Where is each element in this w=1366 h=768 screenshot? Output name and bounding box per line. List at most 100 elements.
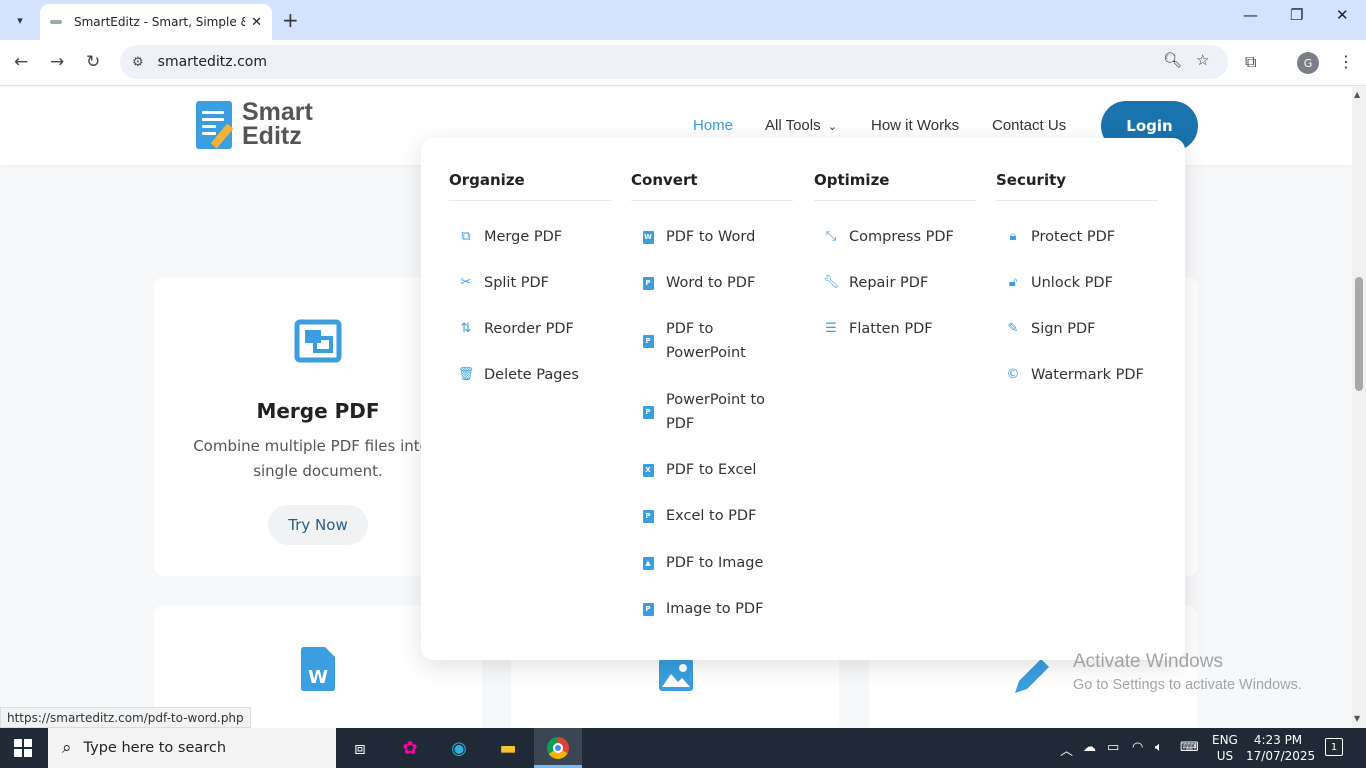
wrench-icon: 🔧︎ (822, 275, 840, 290)
menu-item-split-pdf[interactable]: ✂ Split PDF (457, 271, 607, 295)
scrollbar-thumb[interactable] (1355, 277, 1363, 391)
pdf-file-icon: P (639, 507, 657, 525)
reload-icon[interactable]: ↻ (86, 52, 100, 72)
all-tools-dropdown: Organize ⧉ Merge PDF ✂ Split PDF ⇅ Reorder … (421, 138, 1185, 660)
nav-how-it-works[interactable]: How it Works (871, 117, 959, 134)
chrome-icon[interactable] (547, 737, 569, 759)
onedrive-icon[interactable]: ☁ (1083, 740, 1096, 755)
word-file-icon: W (639, 228, 657, 246)
column-heading-organize: Organize (449, 171, 611, 201)
svg-text:W: W (308, 667, 328, 688)
image-file-icon: ▲ (639, 554, 657, 572)
menu-item-flatten-pdf[interactable]: ☰ Flatten PDF (822, 317, 972, 341)
column-heading-optimize: Optimize (814, 171, 976, 201)
lock-icon: 🔒︎ (1009, 229, 1017, 244)
nav-contact-us[interactable]: Contact Us (992, 117, 1066, 134)
menu-item-pdf-to-excel[interactable]: X PDF to Excel (639, 458, 789, 482)
menu-item-excel-to-pdf[interactable]: P Excel to PDF (639, 504, 789, 528)
trash-icon: 🗑︎ (457, 367, 475, 382)
wifi-icon[interactable]: ◠ (1132, 740, 1143, 755)
forward-arrow-icon[interactable]: → (50, 52, 64, 72)
word-file-icon: W (301, 647, 335, 695)
column-heading-convert: Convert (631, 171, 793, 201)
tab-title: SmartEditz - Smart, Simple & Secure (74, 15, 245, 29)
site-favicon-icon (50, 20, 62, 24)
file-explorer-icon[interactable]: ▬ (496, 737, 520, 759)
browser-menu-icon[interactable]: ⋮ (1338, 52, 1354, 71)
menu-item-pdf-to-image[interactable]: ▲ PDF to Image (639, 551, 789, 575)
windows-taskbar: ⌕ Type here to search ⧈ ✿ ◉ ▬ ︿ ☁ ▭ ◠ 🔈︎… (0, 728, 1366, 768)
volume-muted-icon[interactable]: 🔈︎ (1155, 740, 1163, 755)
menu-item-sign-pdf[interactable]: ✎ Sign PDF (1004, 317, 1154, 341)
tray-overflow-chevron-icon[interactable]: ︿ (1060, 740, 1073, 759)
bookmark-star-icon[interactable]: ☆ (1196, 51, 1209, 69)
close-tab-icon[interactable]: ✕ (251, 15, 262, 30)
scroll-down-icon[interactable]: ▼ (1354, 714, 1360, 723)
layers-icon: ☰ (825, 321, 837, 336)
menu-item-reorder-pdf[interactable]: ⇅ Reorder PDF (457, 317, 607, 341)
link-preview-status: https://smarteditz.com/pdf-to-word.php (0, 707, 251, 728)
page-scrollbar[interactable]: ▲ ▼ (1352, 87, 1366, 728)
keyboard-icon[interactable]: ⌨ (1180, 740, 1199, 755)
compress-icon: ⤡ (825, 229, 837, 244)
pencil-icon: ✎ (1007, 321, 1019, 336)
menu-item-merge-pdf[interactable]: ⧉ Merge PDF (457, 225, 607, 249)
menu-item-protect-pdf[interactable]: 🔒︎ Protect PDF (1004, 225, 1154, 249)
pen-icon (1011, 655, 1053, 701)
menu-item-pdf-to-powerpoint[interactable]: P PDF to PowerPoint (639, 317, 759, 365)
site-logo[interactable]: Smart Editz (196, 98, 336, 153)
nav-all-tools[interactable]: All Tools ⌄ (765, 117, 837, 134)
browser-tab-active[interactable]: SmartEditz - Smart, Simple & Secure ✕ (40, 4, 272, 40)
excel-file-icon: X (639, 461, 657, 479)
zoom-icon[interactable]: 🔍︎ (1163, 51, 1182, 69)
menu-item-word-to-pdf[interactable]: P Word to PDF (639, 271, 789, 295)
pdf-file-icon: P (639, 600, 657, 618)
menu-item-compress-pdf[interactable]: ⤡ Compress PDF (822, 225, 972, 249)
web-page: Smart Editz Home All Tools ⌄ How it Work… (0, 87, 1352, 728)
windows-start-icon[interactable] (14, 739, 32, 757)
column-heading-security: Security (996, 171, 1158, 201)
menu-item-repair-pdf[interactable]: 🔧︎ Repair PDF (822, 271, 972, 295)
menu-item-powerpoint-to-pdf[interactable]: P PowerPoint to PDF (639, 388, 779, 436)
image-icon (659, 659, 693, 695)
taskbar-search-input[interactable]: ⌕ Type here to search (48, 728, 336, 768)
system-clock[interactable]: 4:23 PM 17/07/2025 (1246, 732, 1315, 764)
menu-item-pdf-to-word[interactable]: W PDF to Word (639, 225, 789, 249)
browser-toolbar: ← → ↻ ⚙ smarteditz.com 🔍︎ ☆ ⧉ G ⋮ (0, 40, 1366, 86)
tab-search-chevron-icon[interactable]: ▾ (8, 8, 32, 32)
copilot-icon[interactable]: ✿ (398, 737, 422, 759)
card-description: Combine multiple PDF files into a single… (193, 437, 443, 480)
back-arrow-icon[interactable]: ← (14, 52, 28, 72)
battery-icon[interactable]: ▭ (1107, 740, 1119, 755)
scissors-icon: ✂ (460, 275, 472, 290)
site-info-icon[interactable]: ⚙ (132, 55, 144, 70)
try-now-button[interactable]: Try Now (268, 505, 368, 545)
edge-browser-icon[interactable]: ◉ (447, 737, 471, 759)
restore-window-icon[interactable]: ❐ (1290, 6, 1303, 24)
language-indicator[interactable]: ENG US (1212, 732, 1238, 764)
new-tab-button[interactable]: + (282, 8, 299, 32)
pdf-file-icon: P (639, 274, 657, 292)
pdf-file-icon: P (639, 403, 657, 421)
activate-windows-watermark: Activate Windows Go to Settings to activ… (1073, 651, 1302, 693)
nav-home[interactable]: Home (693, 117, 733, 134)
task-view-icon[interactable]: ⧈ (348, 737, 372, 759)
address-url[interactable]: smarteditz.com (158, 54, 267, 70)
scroll-up-icon[interactable]: ▲ (1354, 90, 1360, 99)
menu-item-unlock-pdf[interactable]: 🔓︎ Unlock PDF (1004, 271, 1154, 295)
profile-avatar[interactable]: G (1297, 52, 1319, 74)
chevron-down-icon: ⌄ (827, 121, 837, 133)
menu-item-image-to-pdf[interactable]: P Image to PDF (639, 597, 789, 621)
address-bar[interactable]: ⚙ smarteditz.com (120, 45, 1228, 79)
minimize-window-icon[interactable]: — (1243, 6, 1258, 24)
sort-arrows-icon: ⇅ (460, 321, 472, 336)
unlock-icon: 🔓︎ (1008, 275, 1018, 290)
logo-text: Smart Editz (242, 98, 313, 150)
notification-center-icon[interactable]: 1 (1325, 738, 1343, 756)
close-window-icon[interactable]: ✕ (1336, 6, 1349, 24)
menu-item-delete-pages[interactable]: 🗑︎ Delete Pages (457, 363, 607, 387)
menu-item-watermark-pdf[interactable]: © Watermark PDF (1004, 363, 1154, 387)
extensions-puzzle-icon[interactable]: ⧉ (1245, 52, 1256, 72)
browser-tab-bar: ▾ SmartEditz - Smart, Simple & Secure ✕ … (0, 0, 1366, 40)
merge-pdf-icon (293, 318, 343, 364)
